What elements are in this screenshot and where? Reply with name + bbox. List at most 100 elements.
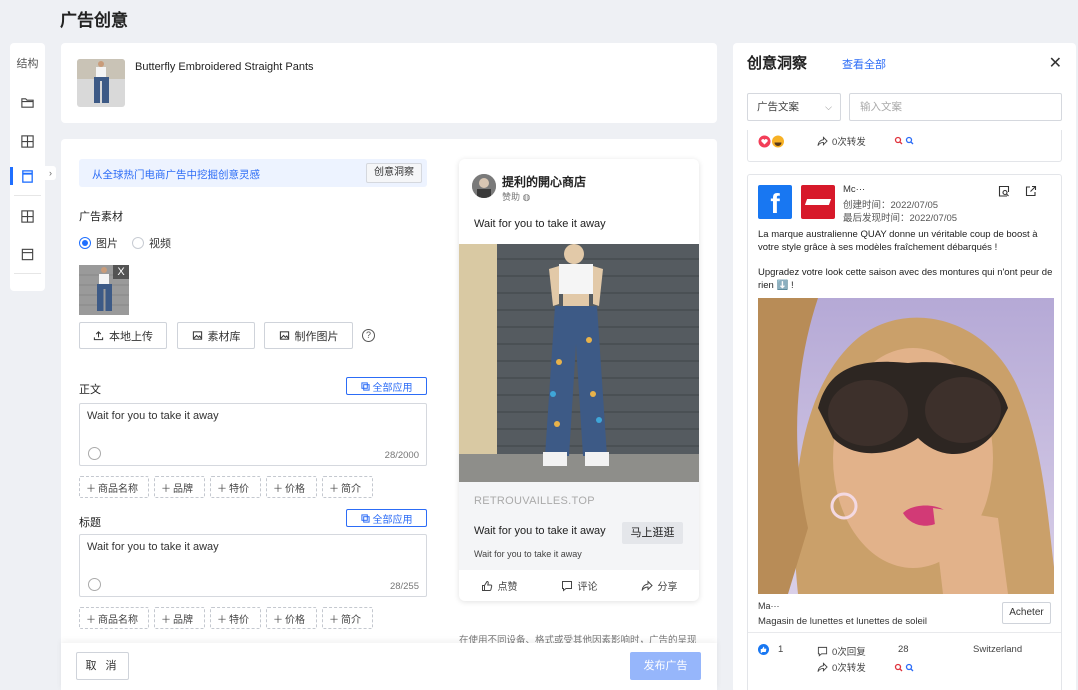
rail-divider (14, 195, 41, 196)
bottom-action-bar: 取 消 发布广告 (61, 643, 717, 690)
replies-count: 0次回复 (832, 647, 866, 658)
ad-card-icon (22, 169, 33, 183)
insights-feed[interactable]: 0次转发 f Mc··· 创建时间：2022/07/05 最后发现时间：2022… (733, 130, 1076, 690)
share-action[interactable]: 分享 (641, 578, 678, 593)
close-icon[interactable]: ✕ (1049, 53, 1062, 73)
comment-action[interactable]: 评论 (561, 578, 598, 593)
remove-material-button[interactable]: X (113, 265, 129, 279)
tag-summary[interactable]: ＋ 简介 (322, 476, 373, 498)
external-link-icon[interactable] (1025, 185, 1037, 197)
like-label: 点赞 (497, 582, 518, 593)
tag-brand-label: 品牌 (173, 483, 193, 495)
preview-cta-button[interactable]: 马上逛逛 (622, 522, 683, 544)
tag-product-name[interactable]: ＋ 商品名称 (79, 607, 149, 629)
view-all-link[interactable]: 查看全部 (842, 56, 886, 72)
cancel-button[interactable]: 取 消 (76, 652, 129, 680)
ad-copy-paragraph-2: Upgradez votre look cette saison avec de… (758, 267, 1053, 291)
last-seen-time: 最后发现时间：2022/07/05 (843, 213, 958, 224)
replies-stat: 0次回复 (817, 644, 866, 658)
share-icon (641, 579, 653, 591)
tag-price[interactable]: ＋ 价格 (266, 607, 317, 629)
help-icon[interactable]: ? (362, 329, 375, 342)
local-upload-label: 本地上传 (109, 330, 153, 343)
radio-checked-icon (79, 237, 91, 249)
tag-price-label: 价格 (285, 614, 305, 626)
tag-brand[interactable]: ＋ 品牌 (154, 607, 205, 629)
share-icon (817, 661, 828, 672)
tag-brand[interactable]: ＋ 品牌 (154, 476, 205, 498)
preview-image (459, 244, 699, 482)
comment-icon (561, 580, 572, 592)
headline-char-count: 28/255 (389, 581, 419, 592)
tag-special-price[interactable]: ＋ 特价 (210, 476, 261, 498)
inspiration-link[interactable]: 从全球热门电商广告中挖掘创意灵感 (92, 167, 260, 182)
media-type-radio-group: 图片 视频 (79, 235, 171, 251)
chevron-down-icon: ⌵ (825, 102, 832, 112)
tag-price-label: 价格 (285, 483, 305, 495)
calendar-icon (21, 248, 34, 260)
body-apply-all-button[interactable]: 全部应用 (346, 377, 427, 395)
grid-icon (21, 209, 34, 223)
folder-icon (21, 97, 34, 108)
rail-item-grid-2[interactable] (10, 201, 45, 231)
local-upload-button[interactable]: 本地上传 (79, 322, 167, 349)
image-icon (279, 331, 289, 340)
body-textarea[interactable]: Wait for you to take it away 28/2000 (79, 403, 427, 466)
tag-price[interactable]: ＋ 价格 (266, 476, 317, 498)
divider (748, 632, 1061, 633)
creative-insight-button[interactable]: 创意洞察 (366, 163, 422, 183)
share-label: 分享 (657, 582, 678, 593)
detail-search-icon[interactable] (998, 185, 1010, 197)
engagement-count: 28 (898, 644, 909, 655)
grid-icon (21, 134, 34, 148)
copy-type-select[interactable]: 广告文案 ⌵ (747, 93, 841, 121)
rail-item-calendar[interactable] (10, 239, 45, 269)
material-label: 广告素材 (79, 211, 123, 223)
page-title: 广告创意 (60, 11, 128, 30)
body-tag-row: ＋ 商品名称 ＋ 品牌 ＋ 特价 ＋ 价格 ＋ 简介 (79, 476, 373, 498)
material-thumbnail[interactable]: X (79, 265, 129, 315)
emoji-icon[interactable] (88, 578, 101, 591)
globe-icon: ◍ (522, 192, 531, 202)
preview-shop-name: 提利的開心商店 (502, 175, 587, 189)
facebook-logo-icon: f (758, 185, 792, 219)
share-stat: 0次转发 (817, 134, 866, 148)
emoji-icon[interactable] (88, 447, 101, 460)
preview-domain: RETROUVAILLES.TOP (474, 495, 595, 507)
headline-textarea[interactable]: Wait for you to take it away 28/255 (79, 534, 427, 597)
tag-product-name[interactable]: ＋ 商品名称 (79, 476, 149, 498)
rail-item-ad[interactable] (10, 161, 45, 191)
tag-summary-label: 简介 (341, 614, 361, 626)
preview-body: Wait for you to take it away (474, 218, 606, 230)
copy-search-input[interactable]: 输入文案 (849, 93, 1062, 121)
ad-preview: 提利的開心商店 赞助 ◍ Wait for you to take it awa… (459, 159, 699, 601)
tag-special-price[interactable]: ＋ 特价 (210, 607, 261, 629)
publish-ad-button[interactable]: 发布广告 (630, 652, 701, 680)
tag-summary[interactable]: ＋ 简介 (322, 607, 373, 629)
search-tags-icon[interactable] (894, 663, 918, 672)
insights-title: 创意洞察 (747, 55, 808, 72)
make-image-button[interactable]: 制作图片 (264, 322, 353, 349)
make-image-label: 制作图片 (294, 330, 339, 343)
headline-apply-all-button[interactable]: 全部应用 (346, 509, 427, 527)
rail-item-folder[interactable] (10, 87, 45, 117)
country: Switzerland (973, 644, 1023, 655)
like-action[interactable]: 点赞 (481, 578, 518, 593)
radio-image[interactable]: 图片 (79, 235, 118, 251)
advertiser-name: Mc··· (843, 184, 866, 195)
preview-sponsored: 赞助 ◍ (502, 190, 530, 203)
comment-label: 评论 (577, 582, 598, 593)
rail-expand-chevron-icon[interactable]: › (45, 166, 56, 180)
like-reaction-icon (758, 644, 769, 655)
buy-button[interactable]: Acheter (1002, 602, 1051, 624)
structure-rail: 结构 (10, 43, 45, 291)
radio-video[interactable]: 视频 (132, 235, 171, 251)
search-tags-icon[interactable] (894, 136, 918, 145)
image-icon (192, 331, 202, 340)
upload-icon (93, 331, 104, 341)
store-category: Magasin de lunettes et lunettes de solei… (758, 616, 927, 627)
material-library-button[interactable]: 素材库 (177, 322, 255, 349)
insight-card: f Mc··· 创建时间：2022/07/05 最后发现时间：2022/07/0… (747, 174, 1062, 690)
insight-card: 0次转发 (747, 130, 1062, 162)
rail-item-grid-1[interactable] (10, 126, 45, 156)
